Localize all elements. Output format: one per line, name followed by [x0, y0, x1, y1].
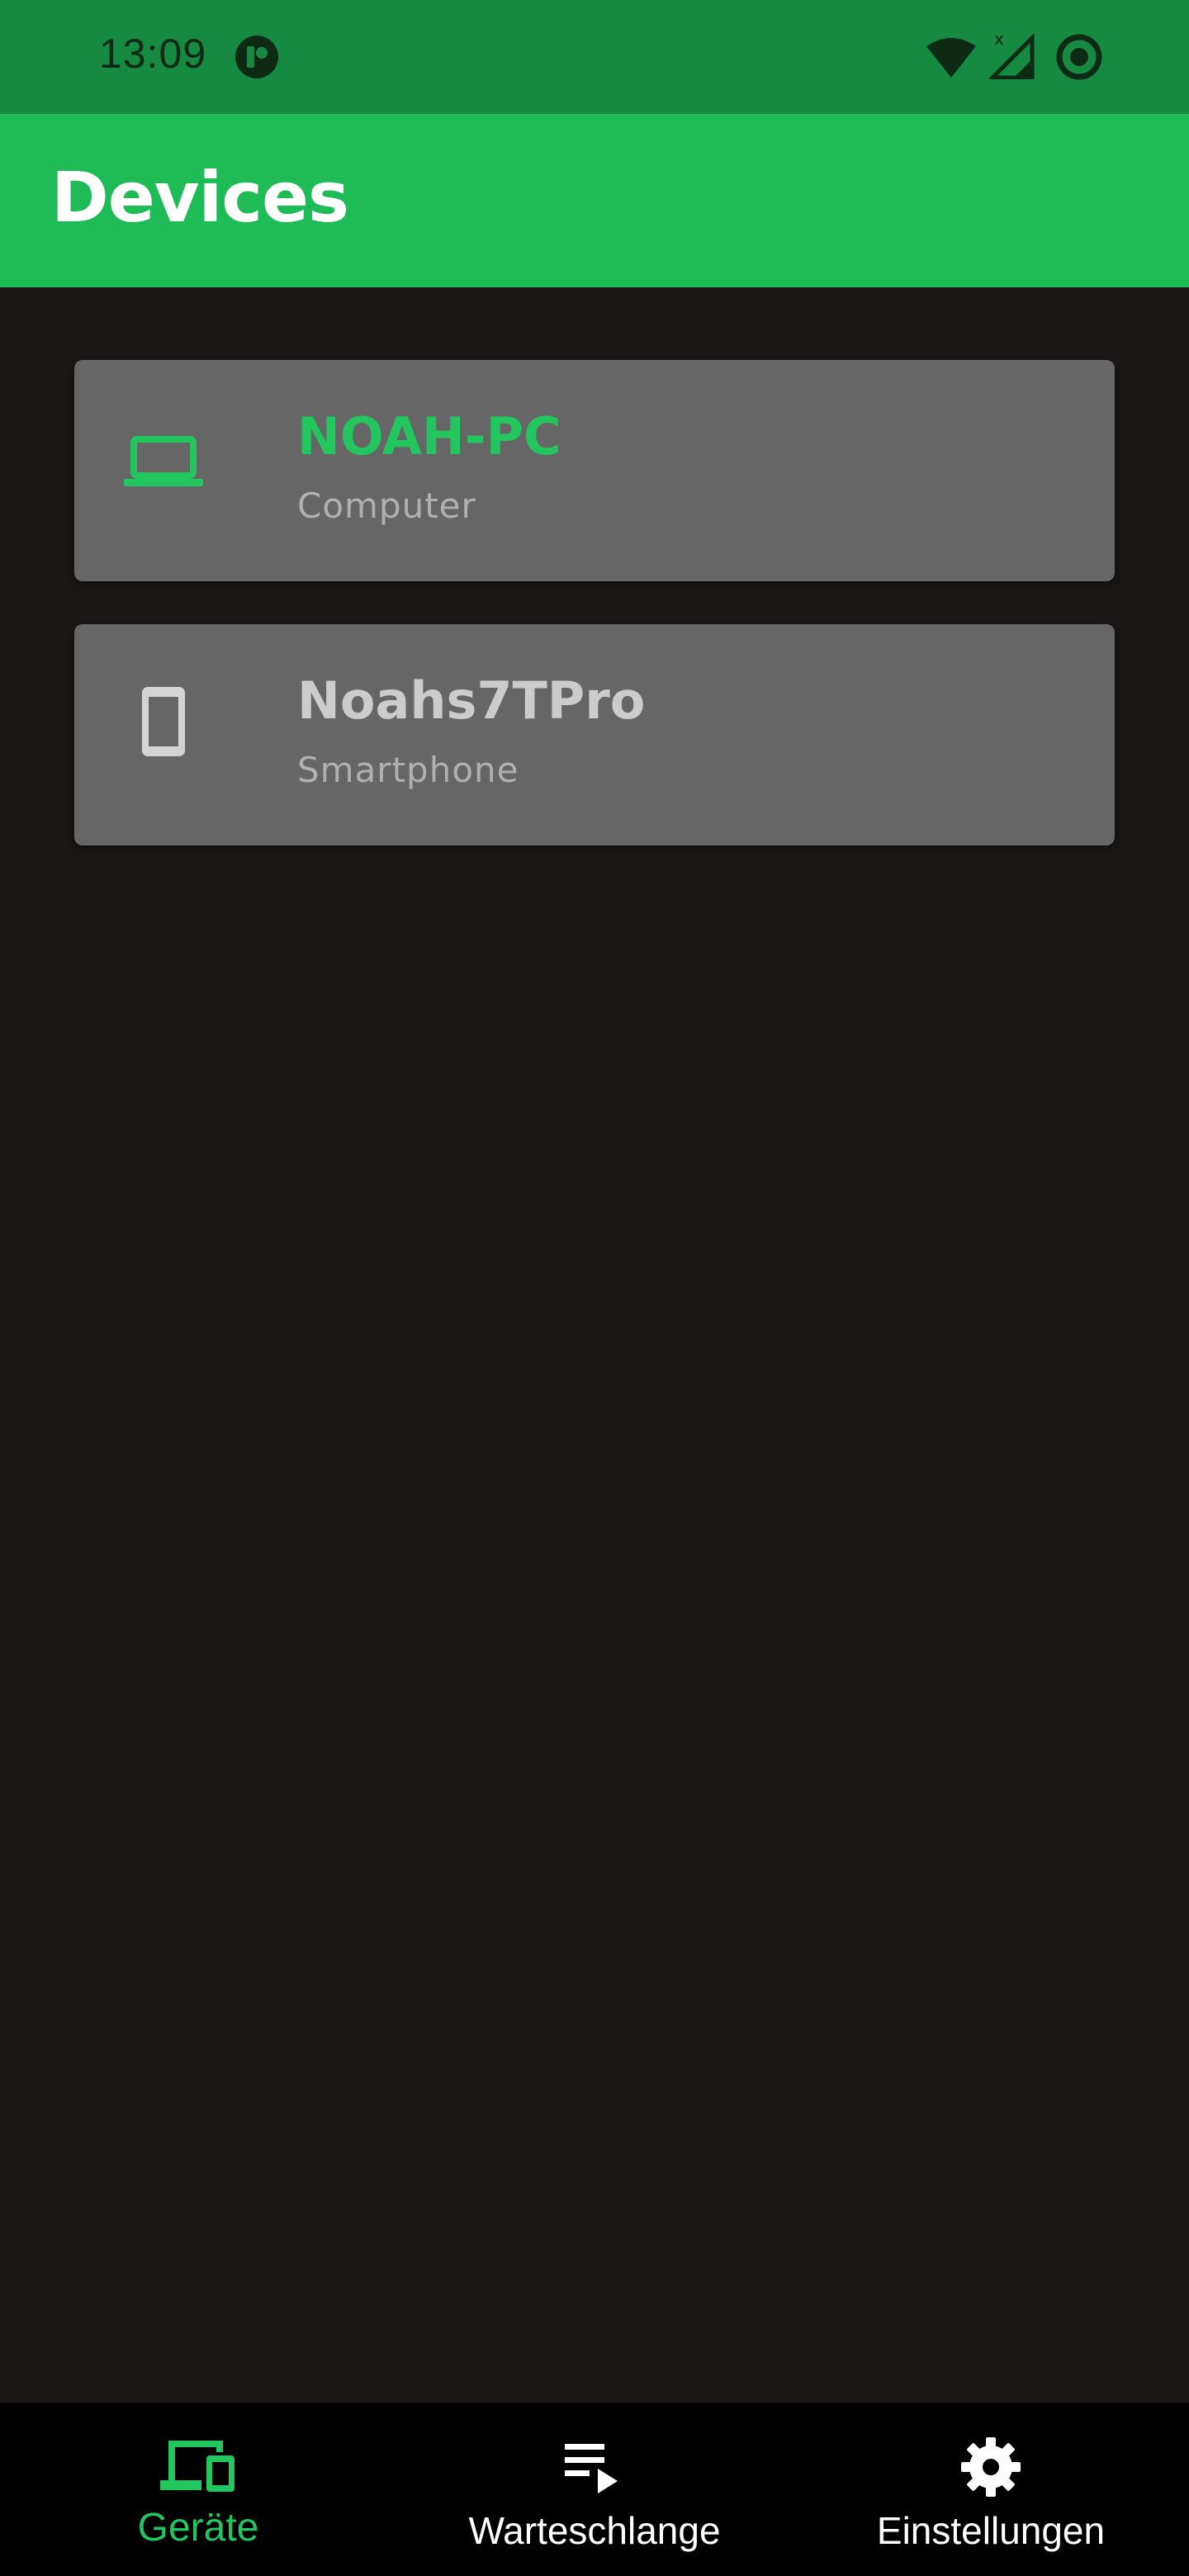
- device-name: Noahs7TPro: [297, 670, 646, 731]
- wifi-icon: [926, 38, 976, 78]
- status-bar: 13:09 x: [0, 0, 1189, 114]
- nav-item-einstellungen[interactable]: Einstellungen: [793, 2403, 1189, 2576]
- nav-item-warteschlange[interactable]: Warteschlange: [396, 2403, 793, 2576]
- data-saver-icon: [1056, 34, 1102, 80]
- nav-label: Einstellungen: [876, 2509, 1106, 2552]
- page-title: Devices: [51, 157, 349, 238]
- nav-item-geraete[interactable]: Geräte: [0, 2403, 396, 2576]
- bottom-navigation: Geräte Warteschlange Einstellungen: [0, 2403, 1189, 2576]
- queue-icon: [565, 2444, 618, 2493]
- device-name: NOAH-PC: [297, 406, 561, 466]
- nav-label: Geräte: [137, 2506, 259, 2550]
- device-card-noahs7tpro[interactable]: Noahs7TPro Smartphone: [74, 624, 1115, 845]
- device-type: Smartphone: [297, 750, 519, 790]
- settings-icon: [961, 2437, 1021, 2497]
- device-list: NOAH-PC Computer Noahs7TPro Smartphone: [74, 360, 1115, 888]
- device-card-noah-pc[interactable]: NOAH-PC Computer: [74, 360, 1115, 581]
- app-notification-icon: [235, 36, 278, 78]
- nav-label: Warteschlange: [468, 2509, 721, 2552]
- smartphone-icon: [142, 687, 185, 756]
- app-bar: Devices: [0, 114, 1189, 287]
- device-type: Computer: [297, 485, 476, 526]
- signal-icon: x: [989, 30, 1035, 79]
- laptop-icon: [124, 436, 203, 486]
- status-time: 13:09: [99, 31, 207, 77]
- devices-icon: [160, 2441, 234, 2492]
- svg-text:x: x: [994, 30, 1004, 49]
